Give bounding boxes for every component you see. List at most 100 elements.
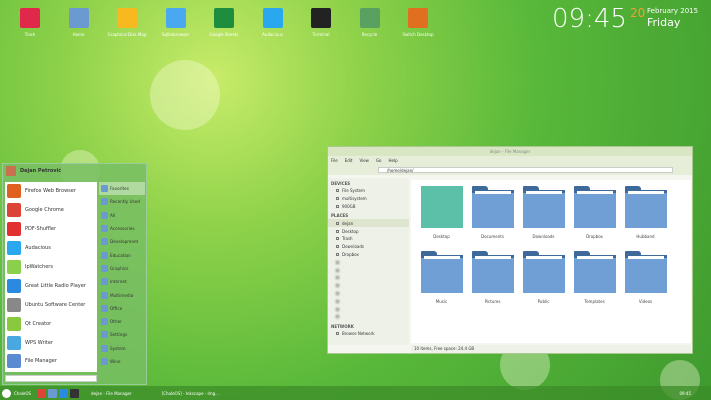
category-label: System: [110, 345, 126, 351]
folder-body: [471, 255, 514, 293]
menu-category[interactable]: System: [99, 342, 145, 355]
place-icon: [336, 197, 339, 201]
file-item[interactable]: Pictures: [467, 251, 518, 304]
sidebar-item[interactable]: [328, 297, 409, 305]
menu-category[interactable]: Settings: [99, 328, 145, 341]
sidebar-item[interactable]: [328, 305, 409, 313]
menu-category[interactable]: Education: [99, 248, 145, 261]
chrome-launcher-icon[interactable]: [37, 388, 47, 398]
home-icon: [68, 8, 89, 28]
category-list: Favorites Recently Used All Accessories Deve…: [99, 182, 145, 368]
menu-category[interactable]: Wine: [99, 355, 145, 368]
file-item[interactable]: Desktop: [416, 186, 467, 239]
desktop-icon[interactable]: Switch Desktop: [396, 8, 440, 37]
category-icon: [101, 264, 108, 272]
desktop-icon-label: Graphical Disk Map: [107, 32, 147, 37]
menu-category[interactable]: Accessories: [99, 222, 145, 235]
menu-app-item[interactable]: Firefox Web Browser: [5, 182, 97, 201]
desktop-clock-widget: 09:45 20 February 2015 Friday: [552, 4, 698, 34]
sidebar-item[interactable]: Downloads: [328, 243, 409, 251]
file-item[interactable]: Public: [518, 251, 569, 304]
file-item[interactable]: Templates: [569, 251, 620, 304]
folder-icon: [420, 251, 463, 293]
menu-search-input[interactable]: [5, 375, 97, 382]
sqlitebrowser-icon: [165, 8, 186, 28]
file-item[interactable]: Music: [416, 251, 467, 304]
folder-icon: [336, 315, 339, 319]
sidebar-item[interactable]: [328, 282, 409, 290]
menu-category[interactable]: Multimedia: [99, 288, 145, 301]
menu-app-item[interactable]: File Manager: [5, 352, 97, 371]
file-label: Templates: [584, 299, 605, 304]
status-bar: 10 items, Free space: 24.4 GB: [411, 345, 691, 353]
menu-category[interactable]: Development: [99, 235, 145, 248]
menu-go[interactable]: Go: [376, 158, 382, 163]
folder-icon: [336, 284, 339, 288]
menu-category[interactable]: Recently Used: [99, 195, 145, 208]
menu-app-item[interactable]: Google Chrome: [5, 201, 97, 220]
sidebar-item[interactable]: [328, 266, 409, 274]
file-item[interactable]: Dropbox: [569, 186, 620, 239]
desktop-icon[interactable]: Sqlitebrowser: [154, 8, 198, 37]
file-manager-launcher-icon[interactable]: [48, 388, 58, 398]
menu-view[interactable]: View: [359, 158, 369, 163]
file-item[interactable]: Videos: [620, 251, 671, 304]
folder-icon: [624, 186, 667, 228]
sidebar-item[interactable]: Trash: [328, 235, 409, 243]
browser-launcher-icon[interactable]: [59, 388, 69, 398]
sidebar-item[interactable]: Browse Network: [328, 330, 409, 338]
sidebar-item[interactable]: Desktop: [328, 227, 409, 235]
desktop-icon-label: Google Sheets: [209, 32, 239, 37]
task-inkscape[interactable]: [ChaleOS] - Inkscape - Img...: [162, 391, 219, 396]
desktop-icon[interactable]: Recycle: [348, 8, 392, 37]
file-item[interactable]: Documents: [467, 186, 518, 239]
file-item[interactable]: Hubband: [620, 186, 671, 239]
desktop-icon[interactable]: Graphical Disk Map: [105, 8, 149, 37]
start-menu-icon[interactable]: [2, 388, 11, 398]
menu-app-item[interactable]: Ubuntu Software Center: [5, 295, 97, 314]
menu-edit[interactable]: Edit: [345, 158, 353, 163]
folder-icon: [471, 186, 514, 228]
sidebar-item[interactable]: File System: [328, 187, 409, 195]
menu-app-item[interactable]: PDF-Shuffler: [5, 220, 97, 239]
sidebar-item[interactable]: multisystem: [328, 195, 409, 203]
task-file-manager[interactable]: dejan - File Manager: [91, 391, 132, 396]
menu-category[interactable]: Graphics: [99, 262, 145, 275]
category-icon: [101, 251, 108, 259]
sidebar-item[interactable]: [328, 258, 409, 266]
menu-category[interactable]: Favorites: [99, 182, 145, 196]
sidebar-item[interactable]: [328, 290, 409, 298]
folder-body: [573, 190, 616, 228]
desktop-icon[interactable]: Audacious: [251, 8, 295, 37]
menu-category[interactable]: Other: [99, 315, 145, 328]
file-label: Dropbox: [586, 234, 603, 239]
menu-category[interactable]: Office: [99, 302, 145, 315]
folder-paper: [627, 256, 664, 259]
menu-app-item[interactable]: Great Little Radio Player: [5, 276, 97, 295]
sidebar-item[interactable]: Dropbox: [328, 251, 409, 259]
start-menu-label[interactable]: ChaleOS: [14, 391, 31, 396]
folder-icon: [522, 251, 565, 293]
menu-category[interactable]: All: [99, 209, 145, 222]
file-view: Desktop Documents Downloads Dropbox Hubband M…: [411, 180, 691, 343]
sidebar-item[interactable]: [328, 313, 409, 321]
menu-app-item[interactable]: Audacious: [5, 239, 97, 258]
desktop-icon[interactable]: Trash: [8, 8, 52, 37]
menu-app-item[interactable]: WPS Writer: [5, 333, 97, 352]
sidebar-item[interactable]: dejan: [328, 219, 409, 228]
app-icon: [7, 354, 21, 369]
sidebar-item[interactable]: 900GB: [328, 203, 409, 211]
menu-help[interactable]: Help: [389, 158, 398, 163]
desktop-icon[interactable]: Terminal: [299, 8, 343, 37]
folder-icon: [336, 299, 339, 303]
menu-app-item[interactable]: Qt Creator: [5, 314, 97, 333]
menu-app-item[interactable]: IpWatchers: [5, 258, 97, 277]
sidebar-item[interactable]: [328, 274, 409, 282]
terminal-launcher-icon[interactable]: [70, 388, 80, 398]
desktop-icon[interactable]: Google Sheets: [202, 8, 246, 37]
file-item[interactable]: Downloads: [518, 186, 569, 239]
desktop-icon[interactable]: Home: [57, 8, 101, 37]
menu-file[interactable]: File: [331, 158, 338, 163]
menu-category[interactable]: Internet: [99, 275, 145, 288]
location-bar[interactable]: /home/dejan/: [378, 166, 673, 173]
